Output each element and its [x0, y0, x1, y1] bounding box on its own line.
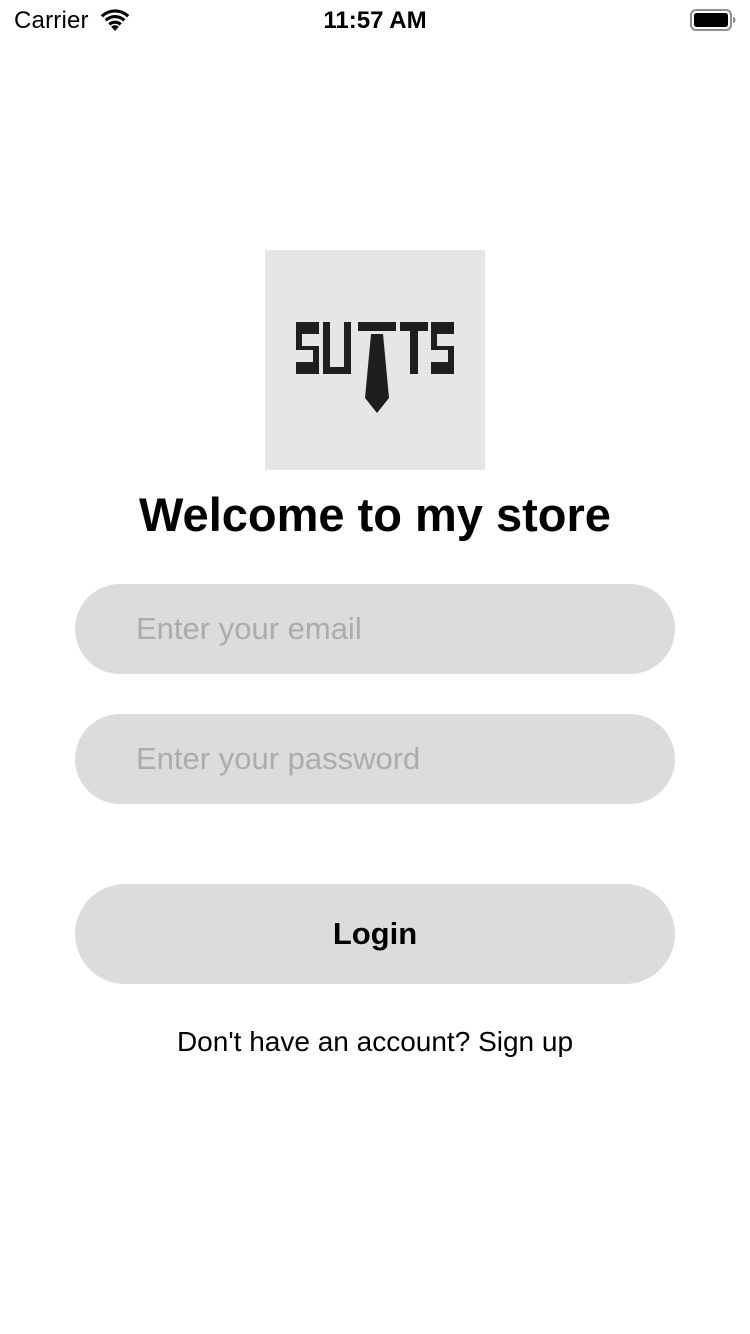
page-title: Welcome to my store [139, 488, 611, 541]
login-screen: Carrier 11:57 AM Welcome to my store Ent… [0, 0, 750, 1334]
battery-icon [690, 9, 736, 31]
status-bar: Carrier 11:57 AM [0, 0, 750, 40]
email-field[interactable] [75, 584, 675, 674]
store-logo [265, 250, 485, 470]
login-button[interactable]: Login [75, 884, 675, 984]
tie-icon [365, 334, 389, 413]
signup-link[interactable]: Don't have an account? Sign up [0, 1024, 750, 1060]
status-time: 11:57 AM [323, 7, 427, 34]
password-field[interactable] [75, 714, 675, 804]
suits-logo [296, 322, 454, 413]
